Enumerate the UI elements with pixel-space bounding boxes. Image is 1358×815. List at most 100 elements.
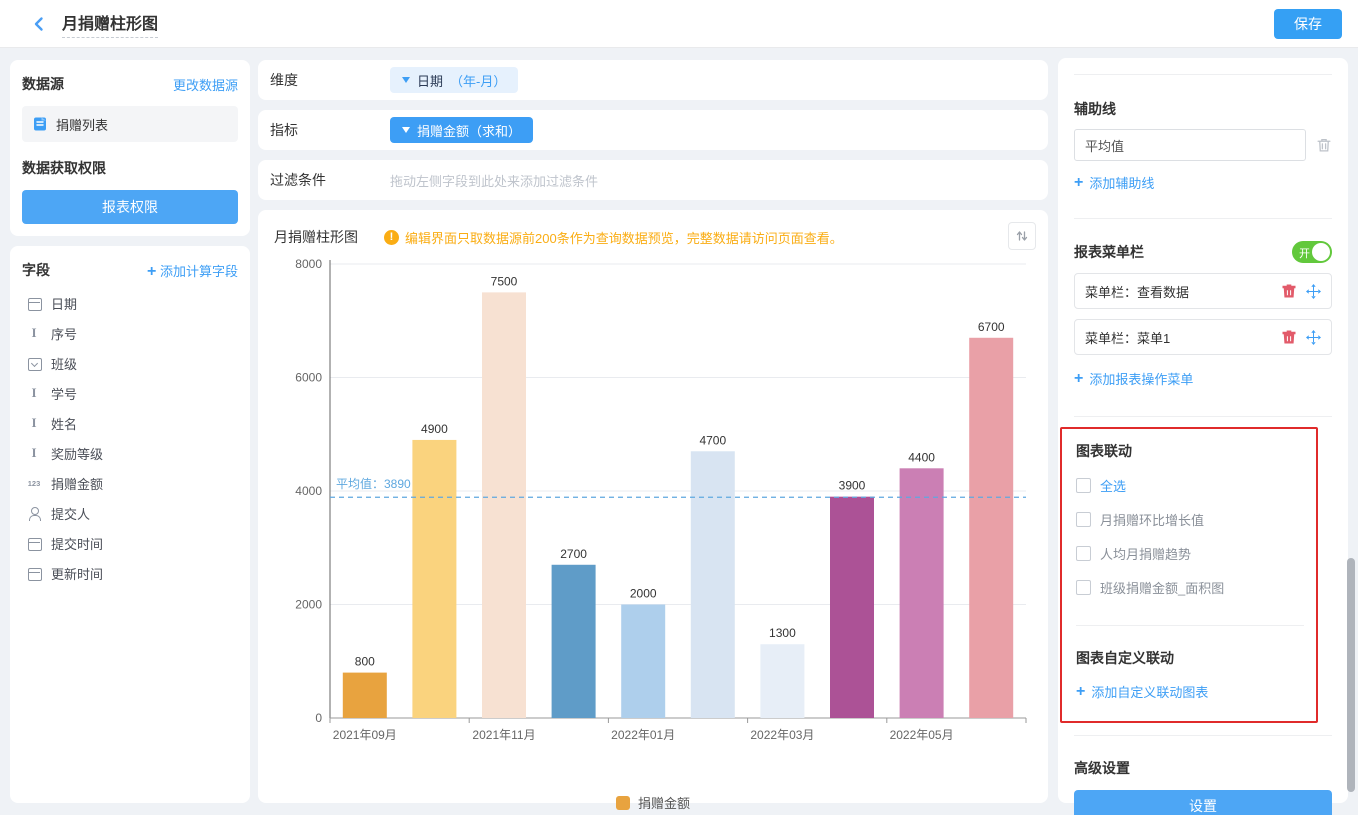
field-label: 提交人: [51, 504, 90, 523]
chart-linkage-highlight-box: 图表联动 全选 月捐赠环比增长值 人均月捐赠趋势 班级捐赠金额_面积图 图表自定…: [1060, 427, 1318, 723]
field-item-submitter[interactable]: 提交人: [22, 498, 238, 528]
checkbox-label: 班级捐赠金额_面积图: [1100, 578, 1224, 597]
field-item-update-time[interactable]: 更新时间: [22, 558, 238, 588]
number-icon: [26, 475, 42, 491]
menu-item-view-data[interactable]: 菜单栏：查看数据: [1074, 273, 1332, 309]
svg-text:7500: 7500: [491, 274, 518, 288]
linkage-option-per-capita-trend[interactable]: 人均月捐赠趋势: [1076, 544, 1304, 563]
menu-item-label: 菜单栏：查看数据: [1085, 282, 1189, 301]
filter-label: 过滤条件: [270, 170, 390, 190]
divider: [1076, 625, 1304, 626]
field-item-submit-time[interactable]: 提交时间: [22, 528, 238, 558]
field-label: 日期: [51, 294, 77, 313]
linkage-option-class-area-chart[interactable]: 班级捐赠金额_面积图: [1076, 578, 1304, 597]
trash-icon: [1282, 284, 1296, 298]
sort-icon: [1015, 229, 1029, 243]
text-icon: [26, 415, 42, 431]
field-item-student-id[interactable]: 学号: [22, 378, 238, 408]
field-label: 奖励等级: [51, 444, 103, 463]
field-item-class[interactable]: 班级: [22, 348, 238, 378]
plus-icon: +: [1074, 371, 1083, 387]
page-title: 月捐赠柱形图: [62, 10, 158, 38]
chart-legend[interactable]: 捐赠金额: [274, 793, 1032, 812]
report-permission-button[interactable]: 报表权限: [22, 190, 238, 224]
datasource-title: 数据源: [22, 74, 64, 94]
trash-icon: [1316, 137, 1332, 153]
chart-linkage-title: 图表联动: [1076, 441, 1304, 461]
checkbox-label: 月捐赠环比增长值: [1100, 510, 1204, 529]
advanced-settings-title: 高级设置: [1074, 758, 1332, 778]
svg-text:8000: 8000: [295, 257, 322, 271]
svg-text:2700: 2700: [560, 547, 587, 561]
plus-icon: +: [1074, 175, 1083, 191]
field-list: 日期 序号 班级 学号 姓名 奖励等级 捐赠金额 提交人 提交时间 更新时间: [22, 288, 238, 588]
custom-linkage-title: 图表自定义联动: [1076, 648, 1304, 668]
checkbox-icon[interactable]: [1076, 580, 1091, 595]
dimension-label: 维度: [270, 70, 390, 90]
metric-tag-name: 捐赠金额（求和）: [417, 121, 521, 140]
caret-down-icon: [402, 127, 410, 133]
add-report-menu-link[interactable]: +添加报表操作菜单: [1074, 369, 1193, 388]
svg-text:2021年09月: 2021年09月: [333, 728, 397, 742]
svg-text:2022年03月: 2022年03月: [750, 728, 814, 742]
field-label: 姓名: [51, 414, 77, 433]
divider: [1074, 218, 1332, 219]
calendar-icon: [26, 535, 42, 551]
move-menu-item-button[interactable]: [1306, 284, 1321, 299]
filter-row[interactable]: 过滤条件 拖动左侧字段到此处来添加过滤条件: [258, 160, 1048, 200]
checkbox-icon[interactable]: [1076, 478, 1091, 493]
aux-line-input[interactable]: [1074, 129, 1306, 161]
svg-text:3900: 3900: [839, 479, 866, 493]
field-label: 捐赠金额: [51, 474, 103, 493]
divider: [1074, 74, 1332, 75]
save-button[interactable]: 保存: [1274, 9, 1342, 39]
datasource-item[interactable]: 捐赠列表: [22, 106, 238, 142]
field-label: 学号: [51, 384, 77, 403]
add-aux-line-link[interactable]: +添加辅助线: [1074, 173, 1154, 192]
settings-button[interactable]: 设置: [1074, 790, 1332, 815]
scrollbar-thumb[interactable]: [1347, 558, 1355, 792]
add-custom-linkage-link[interactable]: +添加自定义联动图表: [1076, 682, 1208, 701]
add-calc-field-link[interactable]: + 添加计算字段: [147, 261, 238, 280]
field-item-name[interactable]: 姓名: [22, 408, 238, 438]
move-menu-item-button[interactable]: [1306, 330, 1321, 345]
report-menu-toggle[interactable]: 开: [1292, 241, 1332, 263]
delete-aux-line-button[interactable]: [1316, 137, 1332, 153]
notice-text: 编辑界面只取数据源前200条作为查询数据预览，完整数据请访问页面查看。: [405, 228, 843, 247]
field-label: 序号: [51, 324, 77, 343]
back-button[interactable]: [28, 13, 50, 35]
menu-item-menu1[interactable]: 菜单栏：菜单1: [1074, 319, 1332, 355]
sort-button[interactable]: [1008, 222, 1036, 250]
metric-tag[interactable]: 捐赠金额（求和）: [390, 117, 533, 143]
toggle-knob: [1312, 243, 1330, 261]
chart-panel: 月捐赠柱形图 ! 编辑界面只取数据源前200条作为查询数据预览，完整数据请访问页…: [258, 210, 1048, 803]
svg-text:1300: 1300: [769, 626, 796, 640]
svg-text:2022年05月: 2022年05月: [890, 728, 954, 742]
checkbox-label: 人均月捐赠趋势: [1100, 544, 1191, 563]
settings-panel: 辅助线 +添加辅助线 报表菜单栏 开 菜单栏：查看数据 菜单栏：菜单1: [1058, 58, 1348, 803]
preview-notice: ! 编辑界面只取数据源前200条作为查询数据预览，完整数据请访问页面查看。: [384, 228, 843, 247]
checkbox-icon[interactable]: [1076, 512, 1091, 527]
checkbox-icon[interactable]: [1076, 546, 1091, 561]
svg-text:2000: 2000: [630, 587, 657, 601]
delete-menu-item-button[interactable]: [1282, 330, 1296, 344]
field-item-donation-amount[interactable]: 捐赠金额: [22, 468, 238, 498]
field-item-serial[interactable]: 序号: [22, 318, 238, 348]
chart-title: 月捐赠柱形图: [274, 227, 358, 247]
change-datasource-link[interactable]: 更改数据源: [173, 75, 238, 94]
fields-title: 字段: [22, 260, 50, 280]
bar-chart[interactable]: 0200040006000800080049007500270020004700…: [274, 252, 1032, 772]
field-item-date[interactable]: 日期: [22, 288, 238, 318]
linkage-option-select-all[interactable]: 全选: [1076, 476, 1304, 495]
svg-text:4900: 4900: [421, 422, 448, 436]
dimension-tag-name: 日期: [417, 71, 443, 90]
caret-down-icon: [402, 77, 410, 83]
svg-text:6700: 6700: [978, 320, 1005, 334]
svg-text:4700: 4700: [699, 433, 726, 447]
chevron-left-icon: [30, 15, 48, 33]
field-item-award-level[interactable]: 奖励等级: [22, 438, 238, 468]
delete-menu-item-button[interactable]: [1282, 284, 1296, 298]
linkage-option-mom-growth[interactable]: 月捐赠环比增长值: [1076, 510, 1304, 529]
dimension-tag[interactable]: 日期（年-月）: [390, 67, 518, 93]
svg-text:平均值：3890: 平均值：3890: [336, 476, 411, 491]
